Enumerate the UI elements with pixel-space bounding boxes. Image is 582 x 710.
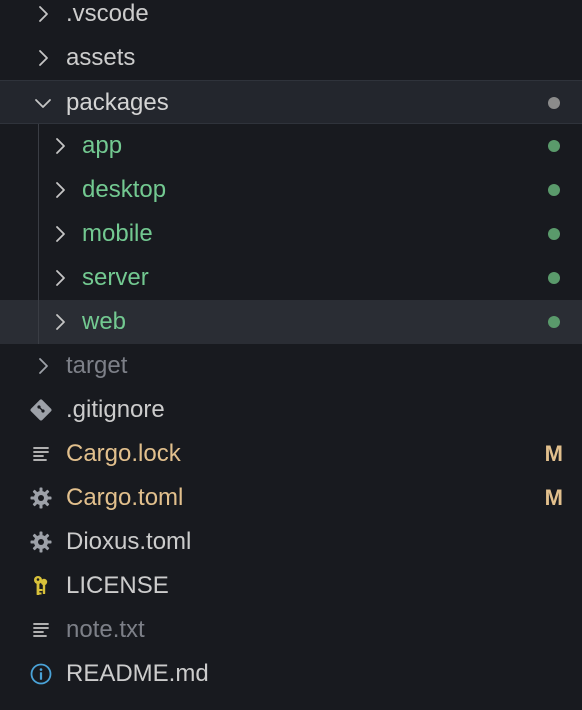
chevron-right-icon[interactable]	[49, 223, 71, 245]
file-explorer-tree: .vscode assets packages app desktop mobi…	[0, 0, 582, 696]
text-lines-icon	[29, 618, 53, 642]
tree-item-note[interactable]: note.txt	[0, 608, 582, 652]
indent-guide	[38, 212, 39, 256]
tree-item-gitignore[interactable]: .gitignore	[0, 388, 582, 432]
git-modified-badge: M	[544, 441, 563, 466]
tree-item-cargo-lock[interactable]: Cargo.lock M	[0, 432, 582, 476]
git-icon	[29, 398, 53, 422]
tree-item-app[interactable]: app	[0, 124, 582, 168]
tree-item-label: desktop	[82, 176, 167, 203]
git-status-dot	[548, 140, 560, 152]
gear-icon	[29, 530, 53, 554]
chevron-right-icon[interactable]	[32, 3, 54, 25]
tree-item-label: web	[82, 308, 127, 335]
git-status-dot	[548, 97, 560, 109]
git-status-dot	[548, 228, 560, 240]
tree-item-label: Cargo.lock	[66, 440, 181, 467]
tree-item-label: note.txt	[66, 616, 145, 643]
tree-item-readme[interactable]: README.md	[0, 652, 582, 696]
tree-item-target[interactable]: target	[0, 344, 582, 388]
chevron-right-icon[interactable]	[49, 135, 71, 157]
indent-guide	[38, 168, 39, 212]
chevron-right-icon[interactable]	[49, 267, 71, 289]
tree-item-label: Dioxus.toml	[66, 528, 192, 555]
tree-item-label: README.md	[66, 660, 209, 687]
chevron-right-icon[interactable]	[32, 47, 54, 69]
tree-item-assets[interactable]: assets	[0, 36, 582, 80]
tree-item-cargo-toml[interactable]: Cargo.toml M	[0, 476, 582, 520]
gear-icon	[29, 486, 53, 510]
chevron-right-icon[interactable]	[49, 179, 71, 201]
tree-item-label: .vscode	[66, 0, 149, 27]
tree-item-label: app	[82, 132, 123, 159]
tree-item-label: mobile	[82, 220, 153, 247]
tree-item-label: .gitignore	[66, 396, 165, 423]
indent-guide	[38, 256, 39, 300]
git-status-dot	[548, 272, 560, 284]
text-lines-icon	[29, 442, 53, 466]
indent-guide	[38, 124, 39, 168]
tree-item-label: LICENSE	[66, 572, 169, 599]
tree-item-license[interactable]: LICENSE	[0, 564, 582, 608]
tree-item-server[interactable]: server	[0, 256, 582, 300]
indent-guide	[38, 300, 39, 344]
chevron-right-icon[interactable]	[49, 311, 71, 333]
tree-item-packages[interactable]: packages	[0, 80, 582, 124]
tree-item-web[interactable]: web	[0, 300, 582, 344]
tree-item-label: assets	[66, 44, 136, 71]
chevron-down-icon[interactable]	[32, 92, 54, 114]
git-modified-badge: M	[544, 485, 563, 510]
key-icon	[29, 574, 53, 598]
git-status-dot	[548, 316, 560, 328]
tree-item-dioxus-toml[interactable]: Dioxus.toml	[0, 520, 582, 564]
tree-item-vscode[interactable]: .vscode	[0, 0, 582, 36]
chevron-right-icon[interactable]	[32, 355, 54, 377]
tree-item-label: packages	[66, 89, 169, 116]
git-status-dot	[548, 184, 560, 196]
tree-item-label: target	[66, 352, 128, 379]
tree-item-label: Cargo.toml	[66, 484, 184, 511]
tree-item-desktop[interactable]: desktop	[0, 168, 582, 212]
tree-item-label: server	[82, 264, 149, 291]
tree-item-mobile[interactable]: mobile	[0, 212, 582, 256]
info-icon	[29, 662, 53, 686]
